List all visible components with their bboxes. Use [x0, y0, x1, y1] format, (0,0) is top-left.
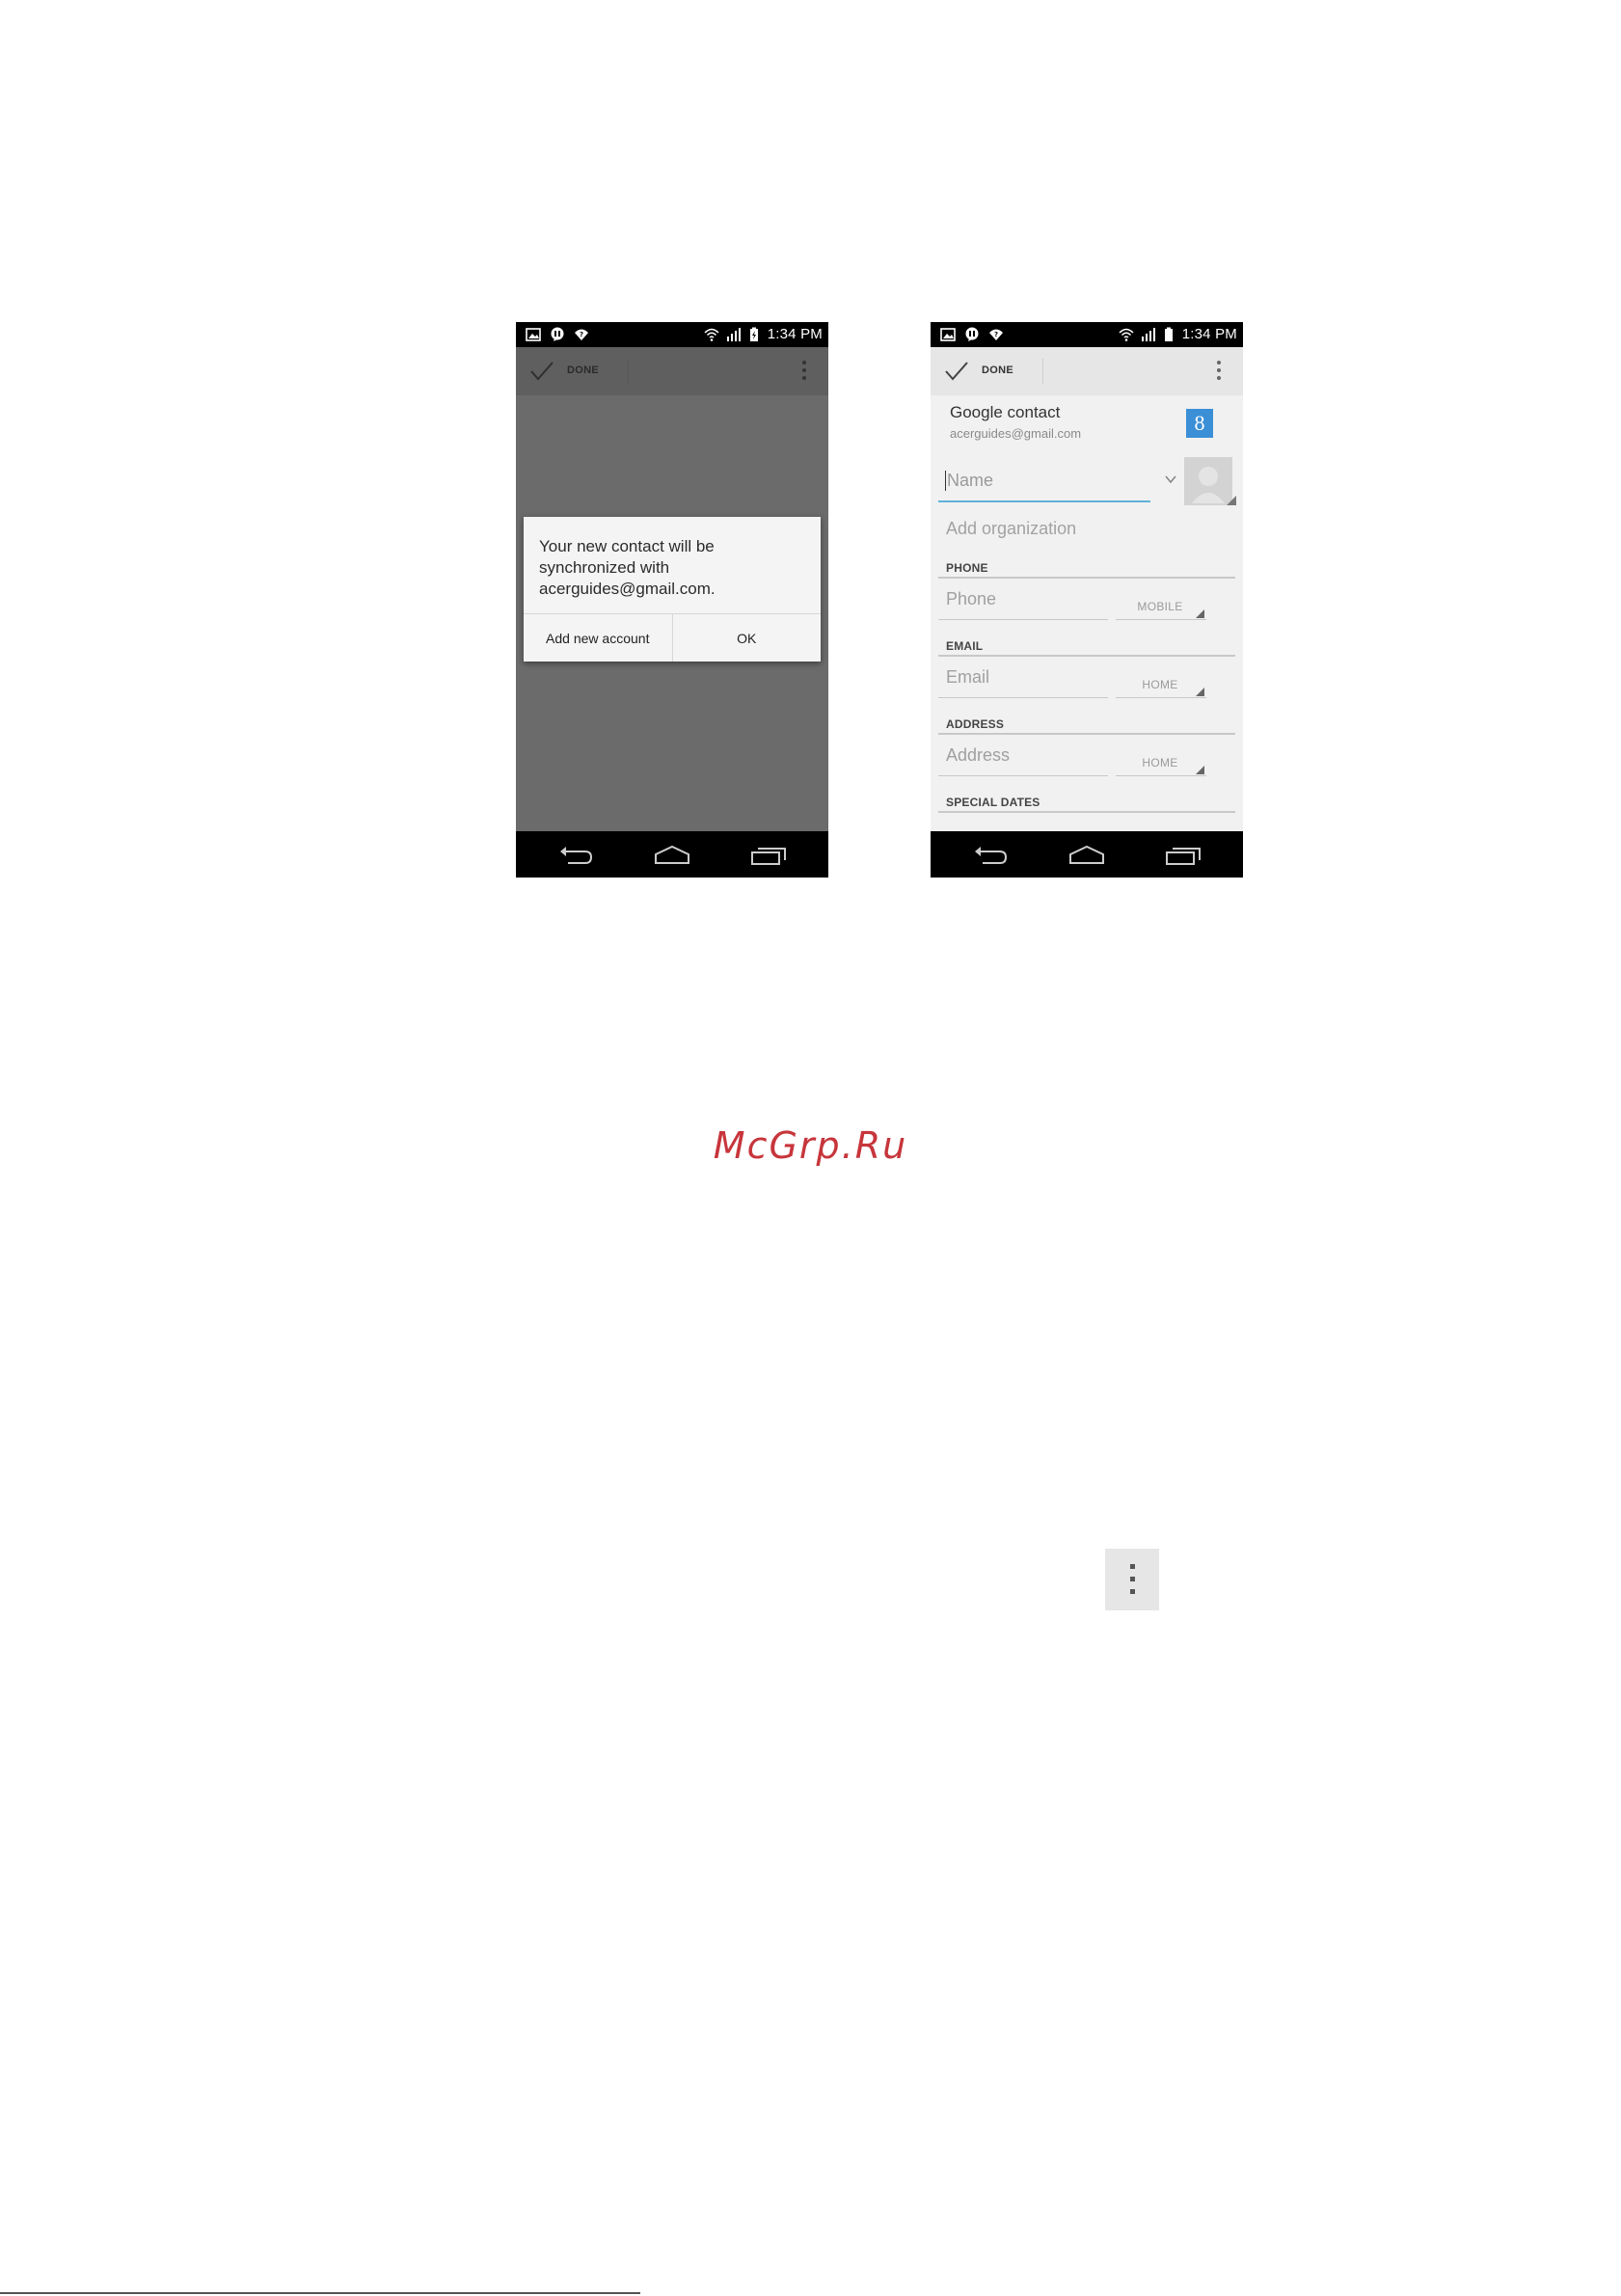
section-header-special-dates: SPECIAL DATES — [946, 796, 1040, 809]
chevron-down-icon[interactable] — [1164, 474, 1177, 484]
wifi-question-icon: ? — [575, 329, 588, 340]
wifi-question-icon: ? — [989, 329, 1003, 340]
status-bar: ? 1:34 PM — [931, 322, 1243, 347]
sync-dialog: Your new contact will be synchronized wi… — [524, 517, 821, 662]
recents-icon[interactable] — [749, 844, 788, 865]
check-icon[interactable] — [529, 360, 554, 383]
phone-screenshot-dialog: ? 1:34 PM DONE Your new contact will be … — [516, 322, 828, 878]
email-type-underline — [1116, 697, 1206, 698]
account-email: acerguides@gmail.com — [950, 426, 1082, 441]
home-icon[interactable] — [1067, 844, 1106, 865]
image-icon — [940, 328, 956, 341]
action-bar: DONE — [931, 347, 1243, 395]
phone-screenshot-contact-editor: ? 1:34 PM DONE Google contact acerguides… — [931, 322, 1243, 878]
section-header-address: ADDRESS — [946, 717, 1005, 731]
check-icon[interactable] — [944, 360, 969, 383]
nav-bar — [931, 831, 1243, 878]
dropdown-indicator — [1196, 688, 1204, 696]
image-icon — [526, 328, 541, 341]
done-button[interactable]: DONE — [567, 365, 599, 376]
wifi-icon — [704, 328, 719, 341]
overflow-menu-icon — [1105, 1549, 1159, 1610]
overflow-menu-icon[interactable] — [1216, 361, 1222, 384]
section-divider — [938, 811, 1235, 813]
section-header-email: EMAIL — [946, 639, 984, 653]
section-divider — [938, 733, 1235, 735]
battery-icon — [1164, 327, 1173, 341]
home-icon[interactable] — [653, 844, 691, 865]
svg-text:?: ? — [580, 331, 583, 338]
address-type-underline — [1116, 775, 1206, 776]
wifi-icon — [1119, 328, 1134, 341]
phone-field[interactable]: Phone — [946, 589, 996, 609]
status-time: 1:34 PM — [767, 326, 823, 342]
phone-type-select[interactable]: MOBILE — [1131, 600, 1189, 613]
name-placeholder: Name — [947, 471, 994, 490]
status-bar: ? 1:34 PM — [516, 322, 828, 347]
address-type-select[interactable]: HOME — [1131, 756, 1189, 770]
battery-charging-icon — [749, 327, 758, 341]
address-field[interactable]: Address — [946, 745, 1010, 766]
svg-text:?: ? — [994, 331, 998, 338]
dropdown-indicator — [1196, 609, 1204, 618]
phone-type-underline — [1116, 619, 1206, 620]
section-divider — [938, 655, 1235, 657]
overflow-menu-icon[interactable] — [801, 361, 807, 384]
signal-icon — [726, 327, 741, 341]
email-field[interactable]: Email — [946, 667, 989, 688]
recents-icon[interactable] — [1164, 844, 1202, 865]
add-new-account-button[interactable]: Add new account — [524, 614, 672, 662]
dropdown-indicator — [1196, 766, 1204, 774]
back-icon[interactable] — [971, 844, 1010, 865]
text-caret — [945, 471, 946, 491]
chat-icon — [965, 327, 979, 341]
watermark: McGrp.Ru — [713, 1124, 908, 1167]
contact-photo[interactable] — [1184, 457, 1232, 505]
photo-menu-indicator — [1227, 496, 1236, 505]
account-title: Google contact — [950, 403, 1061, 421]
chat-icon — [551, 327, 564, 341]
divider — [628, 359, 629, 384]
signal-icon — [1141, 327, 1155, 341]
ok-button[interactable]: OK — [671, 614, 822, 662]
email-field-underline — [938, 697, 1108, 698]
back-icon[interactable] — [556, 844, 595, 865]
action-bar: DONE — [516, 347, 828, 395]
person-placeholder-icon — [1192, 467, 1225, 503]
phone-field-underline — [938, 619, 1108, 620]
address-field-underline — [938, 775, 1108, 776]
name-input[interactable]: Name — [938, 462, 1150, 502]
nav-bar — [516, 831, 828, 878]
dialog-buttons: Add new account OK — [524, 613, 821, 662]
email-type-select[interactable]: HOME — [1131, 678, 1189, 691]
done-button[interactable]: DONE — [982, 365, 1013, 376]
status-time: 1:34 PM — [1181, 326, 1237, 342]
section-header-phone: PHONE — [946, 561, 988, 575]
section-divider — [938, 577, 1235, 579]
divider — [1042, 359, 1043, 384]
google-badge-icon: 8 — [1186, 409, 1213, 438]
dialog-message: Your new contact will be synchronized wi… — [539, 537, 716, 598]
footer-rule — [0, 2292, 640, 2294]
add-organization-link[interactable]: Add organization — [946, 519, 1076, 539]
